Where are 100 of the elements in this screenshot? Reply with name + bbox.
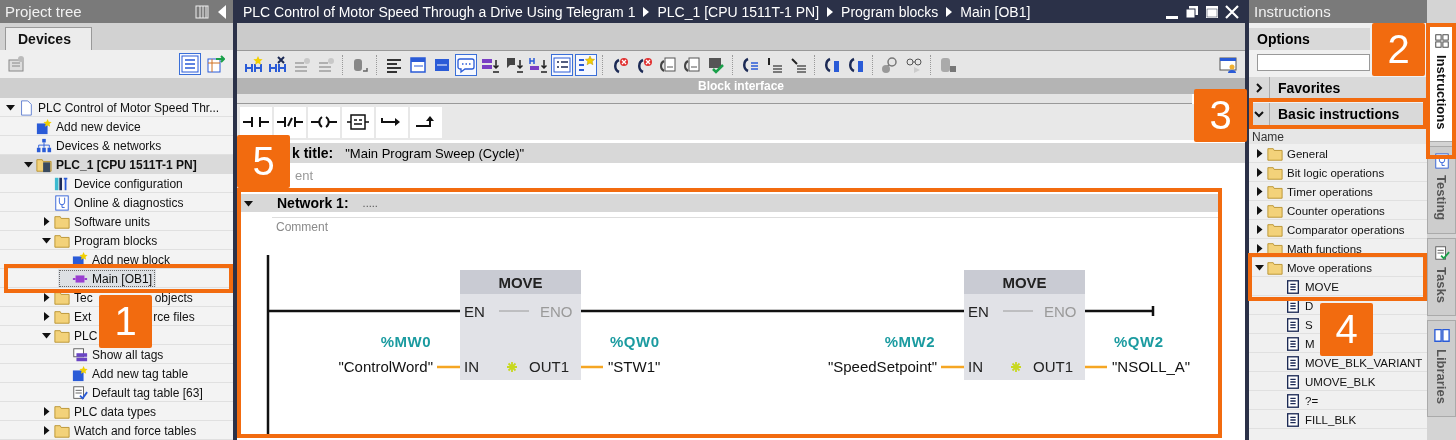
- tree-item[interactable]: Show all tags: [58, 345, 168, 364]
- instruction-item[interactable]: FILL_BLK: [1271, 410, 1361, 429]
- tree-item[interactable]: Ext: [40, 307, 96, 326]
- caret-icon[interactable]: [42, 331, 51, 340]
- instruction-item[interactable]: UMOVE_BLK: [1271, 372, 1380, 391]
- instruction-button[interactable]: [274, 106, 306, 138]
- book-icon: [1433, 326, 1450, 343]
- input-wire: [437, 365, 460, 369]
- tree-item[interactable]: Tec: [40, 288, 97, 307]
- tree-item[interactable]: Default tag table [63]: [58, 383, 207, 402]
- tree-item[interactable]: Program blocks: [40, 231, 162, 250]
- instruction-item[interactable]: Bit logic operations: [1253, 163, 1389, 182]
- network-header[interactable]: Network 1: .....: [241, 194, 1218, 212]
- caret-icon[interactable]: [1255, 244, 1264, 253]
- instruction-button[interactable]: [342, 106, 374, 138]
- instruction-item[interactable]: Timer operations: [1253, 182, 1377, 201]
- instruction-item[interactable]: Move operations: [1253, 258, 1377, 277]
- section-header[interactable]: Favorites: [1249, 77, 1427, 100]
- tree-item[interactable]: PLC Control of Motor Speed Thr...: [4, 98, 224, 117]
- tree-item[interactable]: Software units: [40, 212, 155, 231]
- operand-tag[interactable]: "STW1": [608, 358, 661, 375]
- close-icon[interactable]: [1225, 4, 1239, 19]
- operand-tag[interactable]: "SpeedSetpoint": [827, 358, 937, 375]
- caret-icon[interactable]: [1255, 225, 1264, 234]
- instruction-item[interactable]: M: [1271, 334, 1319, 353]
- tree-item[interactable]: Main [OB1]: [58, 269, 157, 288]
- tree-item[interactable]: Online & diagnostics: [40, 193, 188, 212]
- document-arrow-icon: [683, 55, 701, 74]
- output-wire: [581, 365, 603, 369]
- instruction-button[interactable]: [410, 106, 442, 138]
- restore-icon[interactable]: [1185, 4, 1199, 19]
- tree-item[interactable]: Device configuration: [40, 174, 187, 193]
- tab[interactable]: Devices: [5, 27, 92, 50]
- side-tab[interactable]: Tasks: [1427, 237, 1456, 316]
- caret-icon[interactable]: [1255, 206, 1264, 215]
- instruction-item[interactable]: ?=: [1271, 391, 1323, 410]
- pane-icon[interactable]: [195, 4, 209, 19]
- instruction-button[interactable]: [376, 106, 408, 138]
- options-header[interactable]: Options: [1249, 28, 1370, 50]
- pin-link-line: [1002, 310, 1034, 312]
- move-block[interactable]: [964, 270, 1085, 380]
- tree-item[interactable]: PLC_1 [CPU 1511T-1 PN]: [0, 155, 233, 174]
- instruction-item[interactable]: D: [1271, 296, 1318, 315]
- breadcrumb-item[interactable]: Main [OB1]: [960, 3, 1031, 20]
- tree-item[interactable]: Add new tag table: [58, 364, 193, 383]
- instruction-item[interactable]: S: [1271, 315, 1317, 334]
- glasses-icon: [905, 55, 923, 74]
- maximize-icon[interactable]: [1205, 4, 1219, 19]
- network-title-field[interactable]: .....: [362, 197, 378, 209]
- instruction-item[interactable]: Comparator operations: [1253, 220, 1409, 239]
- column-header[interactable]: Name: [1249, 129, 1427, 144]
- instruction-button[interactable]: [240, 106, 272, 138]
- tree-item[interactable]: Add new device: [22, 117, 145, 136]
- network-cross-icon: [269, 55, 287, 74]
- breadcrumb-item[interactable]: PLC Control of Motor Speed Through a Drive Using Telegram 1: [243, 3, 636, 20]
- caret-icon[interactable]: [42, 312, 51, 321]
- asterisk-icon: [1010, 361, 1022, 373]
- tree-item[interactable]: PLC: [40, 326, 102, 345]
- side-tab[interactable]: Testing: [1427, 146, 1456, 234]
- plc-folder-icon: [36, 156, 52, 173]
- instruction-item[interactable]: MOVE: [1271, 277, 1343, 296]
- search-field[interactable]: [1257, 53, 1370, 71]
- caret-icon[interactable]: [1255, 263, 1264, 272]
- caret-icon[interactable]: [42, 426, 51, 435]
- caret-icon[interactable]: [6, 103, 15, 112]
- tree-item[interactable]: PLC data types: [40, 402, 161, 421]
- toolbar-button[interactable]: [551, 53, 573, 76]
- collapse-icon[interactable]: [217, 4, 227, 19]
- document-arrow-icon: [659, 55, 677, 74]
- caret-icon[interactable]: [1255, 187, 1264, 196]
- caret-icon[interactable]: [42, 293, 51, 302]
- instruction-button[interactable]: [308, 106, 340, 138]
- tree-item[interactable]: Devices & networks: [22, 136, 166, 155]
- caret-icon[interactable]: [1255, 149, 1264, 158]
- tree-item[interactable]: Add new block: [58, 250, 175, 269]
- caret-icon[interactable]: [24, 160, 33, 169]
- breadcrumb-item[interactable]: Program blocks: [841, 3, 939, 20]
- caret-icon[interactable]: [42, 407, 51, 416]
- pin-label: EN: [968, 303, 989, 320]
- operand-tag[interactable]: "NSOLL_A": [1112, 358, 1191, 375]
- caret-icon[interactable]: [42, 217, 51, 226]
- toolbar-button[interactable]: [575, 53, 597, 76]
- caret-icon[interactable]: [244, 198, 253, 208]
- move-block[interactable]: [460, 270, 581, 380]
- folder-icon: [54, 327, 70, 344]
- instruction-item[interactable]: MOVE_BLK_VARIANT: [1271, 353, 1427, 372]
- pane-title: Project tree: [5, 3, 83, 20]
- breadcrumb-arrow-icon: [946, 6, 953, 17]
- caret-icon[interactable]: [42, 236, 51, 245]
- square-star-icon: [36, 118, 52, 135]
- breadcrumb-item[interactable]: PLC_1 [CPU 1511T-1 PN]: [657, 3, 820, 20]
- slanted-bars-icon: [789, 55, 807, 74]
- side-tab[interactable]: Libraries: [1427, 319, 1456, 417]
- operand-tag[interactable]: "ControlWord": [338, 358, 433, 375]
- instruction-item[interactable]: Counter operations: [1253, 201, 1389, 220]
- tree-item[interactable]: Watch and force tables: [40, 421, 201, 440]
- caret-icon[interactable]: [1255, 168, 1264, 177]
- bars-icon: [765, 55, 783, 74]
- instruction-item[interactable]: Math functions: [1253, 239, 1366, 258]
- instruction-item[interactable]: General: [1253, 144, 1332, 163]
